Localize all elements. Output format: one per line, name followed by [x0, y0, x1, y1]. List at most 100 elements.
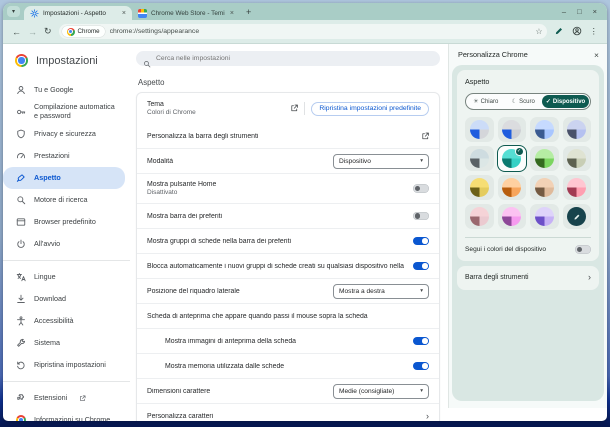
- toggle-switch[interactable]: [413, 211, 429, 221]
- sidebar-item-motore-di-ricerca[interactable]: Motore di ricerca: [3, 189, 125, 211]
- external-icon: [421, 132, 430, 141]
- tab-close-icon[interactable]: ×: [230, 10, 234, 17]
- theme-color-swatch[interactable]: [530, 146, 559, 171]
- select-dropdown[interactable]: Mostra a destra ▾: [333, 283, 429, 299]
- reset-theme-button[interactable]: Ripristina impostazioni predefinite: [311, 101, 429, 116]
- shield-icon: [16, 129, 26, 139]
- sidebar-item-all-avvio[interactable]: All'avvio: [3, 233, 125, 255]
- theme-color-swatch[interactable]: [497, 175, 526, 200]
- sidebar-item-estensioni[interactable]: Estensioni: [3, 387, 125, 409]
- theme-color-swatch[interactable]: [530, 204, 559, 229]
- theme-color-swatch[interactable]: [465, 175, 494, 200]
- customize-chrome-pen-icon[interactable]: [554, 23, 564, 41]
- mode-option-scuro[interactable]: ☾ Scuro: [505, 95, 543, 108]
- profile-avatar-icon[interactable]: [572, 23, 582, 41]
- select-dropdown[interactable]: Medie (consigliate) ▾: [333, 383, 429, 399]
- sidebar-item-sistema[interactable]: Sistema: [3, 332, 125, 354]
- restore-icon: [16, 360, 26, 370]
- row-control: Medie (consigliate) ▾: [333, 383, 429, 399]
- row-label: Mostra memoria utilizzata dalle schede: [165, 362, 285, 370]
- divider: [304, 102, 306, 115]
- sidebar-divider: [3, 260, 130, 261]
- address-bar[interactable]: Chrome chrome://settings/appearance ☆: [58, 24, 547, 39]
- toolbar-card-label: Barra degli strumenti: [465, 274, 529, 281]
- minimize-button[interactable]: –: [562, 7, 566, 16]
- theme-color-swatch[interactable]: [465, 146, 494, 171]
- panel-body: Aspetto ☀ Chiaro ☾ Scuro ✓ Dispositivo ✓ Segu…: [452, 65, 604, 401]
- window-close-button[interactable]: ×: [593, 7, 597, 16]
- settings-row[interactable]: Blocca automaticamente i nuovi gruppi di…: [137, 253, 439, 278]
- sidebar-item-privacy-e-sicurezza[interactable]: Privacy e sicurezza: [3, 123, 125, 145]
- theme-color-swatch[interactable]: [562, 146, 591, 171]
- toolbar-card[interactable]: Barra degli strumenti ›: [457, 265, 599, 290]
- custom-color-swatch[interactable]: [562, 204, 591, 229]
- browser-tab[interactable]: Chrome Web Store - Temi ×: [132, 6, 240, 20]
- sidebar-item-lingue[interactable]: Lingue: [3, 266, 125, 288]
- sidebar-item-accessibilit-[interactable]: Accessibilità: [3, 310, 125, 332]
- new-tab-button[interactable]: +: [240, 7, 257, 17]
- theme-color-swatch[interactable]: [497, 204, 526, 229]
- panel-close-icon[interactable]: ×: [594, 50, 599, 60]
- swatch-circle: [469, 207, 489, 226]
- sidebar-item-download[interactable]: Download: [3, 288, 125, 310]
- settings-row[interactable]: Mostra gruppi di schede nella barra dei …: [137, 228, 439, 253]
- sidebar-item-prestazioni[interactable]: Prestazioni: [3, 145, 125, 167]
- mode-option-chiaro[interactable]: ☀ Chiaro: [467, 95, 505, 108]
- toggle-switch[interactable]: [413, 261, 429, 271]
- theme-color-swatch[interactable]: ✓: [497, 146, 526, 171]
- settings-row[interactable]: Dimensioni carattere Medie (consigliate) ▾: [137, 378, 439, 403]
- sidebar-item-informazioni-su-chrome[interactable]: Informazioni su Chrome: [3, 409, 125, 421]
- swatch-circle: [469, 178, 489, 197]
- swatch-circle: [567, 178, 587, 197]
- reload-button[interactable]: ↻: [44, 26, 52, 37]
- power-icon: [16, 239, 26, 249]
- toggle-switch[interactable]: [413, 361, 429, 371]
- select-dropdown[interactable]: Dispositivo ▾: [333, 153, 429, 169]
- toggle-switch[interactable]: [413, 336, 429, 346]
- theme-color-swatch[interactable]: [497, 117, 526, 142]
- forward-button[interactable]: →: [28, 27, 37, 37]
- follow-device-toggle[interactable]: [575, 245, 591, 254]
- select-value: Medie (consigliate): [339, 387, 395, 395]
- browser-tab[interactable]: Impostazioni - Aspetto ×: [24, 6, 132, 20]
- appearance-settings-card: Tema Colori di Chrome Ripristina imposta…: [136, 92, 440, 421]
- sidebar-item-aspetto[interactable]: Aspetto: [3, 167, 125, 189]
- theme-color-swatch[interactable]: [530, 117, 559, 142]
- url-text: chrome://settings/appearance: [109, 28, 200, 35]
- sidebar-item-ripristina-impostazioni[interactable]: Ripristina impostazioni: [3, 354, 125, 376]
- settings-row[interactable]: Posizione del riquadro laterale Mostra a …: [137, 278, 439, 303]
- settings-row[interactable]: Mostra immagini di anteprima della sched…: [137, 328, 439, 353]
- sidebar-item-label: Compilazione automatica e password: [34, 102, 115, 120]
- sidebar-item-browser-predefinito[interactable]: Browser predefinito: [3, 211, 125, 233]
- toggle-switch[interactable]: [413, 184, 429, 193]
- toggle-switch[interactable]: [413, 236, 429, 246]
- theme-row[interactable]: Tema Colori di Chrome Ripristina imposta…: [137, 93, 439, 124]
- theme-color-swatch[interactable]: [562, 175, 591, 200]
- search-input[interactable]: [136, 51, 440, 66]
- window-controls: – □ ×: [562, 7, 603, 16]
- bookmark-star-icon[interactable]: ☆: [535, 27, 542, 36]
- settings-row[interactable]: Modalità Dispositivo ▾: [137, 148, 439, 173]
- sidebar-item-label: Sistema: [34, 337, 60, 347]
- theme-color-swatch[interactable]: [465, 117, 494, 142]
- settings-row[interactable]: Mostra barra dei preferiti: [137, 203, 439, 228]
- sidebar-item-compilazione-automatica-e-password[interactable]: Compilazione automatica e password: [3, 101, 125, 123]
- site-chip[interactable]: Chrome: [61, 26, 105, 37]
- theme-color-swatch[interactable]: [562, 117, 591, 142]
- mode-option-dispositivo[interactable]: ✓ Dispositivo: [542, 95, 589, 108]
- settings-row[interactable]: Mostra pulsante Home Disattivato: [137, 173, 439, 203]
- back-button[interactable]: ←: [12, 27, 21, 37]
- settings-row[interactable]: Personalizza la barra degli strumenti: [137, 124, 439, 148]
- tab-close-icon[interactable]: ×: [122, 10, 126, 17]
- settings-row[interactable]: Personalizza caratteri ›: [137, 403, 439, 421]
- theme-color-swatch[interactable]: [465, 204, 494, 229]
- tab-search-button[interactable]: ▾: [7, 6, 20, 17]
- brush-icon: [16, 173, 26, 183]
- menu-kebab-icon[interactable]: ⋮: [590, 26, 599, 37]
- sidebar-item-tu-e-google[interactable]: Tu e Google: [3, 79, 125, 101]
- maximize-button[interactable]: □: [577, 7, 582, 16]
- web-store-icon: [138, 8, 147, 18]
- chevron-right-icon: ›: [588, 272, 591, 282]
- theme-color-swatch[interactable]: [530, 175, 559, 200]
- settings-row[interactable]: Mostra memoria utilizzata dalle schede: [137, 353, 439, 378]
